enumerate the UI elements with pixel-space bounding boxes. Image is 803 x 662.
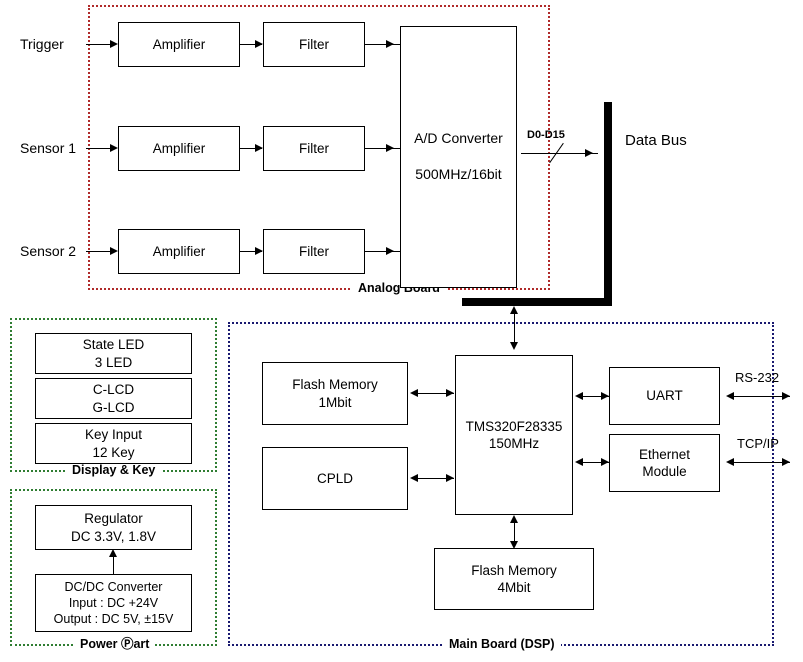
arrowhead-rs232-left [726, 391, 734, 400]
arrowhead-dsp-uart-left [575, 391, 583, 400]
cpld-label: CPLD [316, 470, 353, 486]
amplifier-box-3: Amplifier [118, 229, 240, 274]
cpld-box: CPLD [262, 447, 408, 510]
arrowhead-filter-1-to-adc [386, 39, 394, 48]
arrowhead-dsp-flash-4mbit-up [509, 515, 518, 523]
regulator-line1: Regulator [84, 511, 143, 527]
arrowhead-sensor-1-to-amplifier [110, 143, 118, 152]
arrowhead-dcdc-to-regulator [108, 549, 117, 557]
state-led-line2: 3 LED [94, 354, 133, 370]
flash-1mbit-line1: Flash Memory [292, 377, 378, 393]
connector-sensor-2-to-amplifier [86, 251, 112, 252]
flash-4mbit-line2: 4Mbit [497, 580, 531, 595]
arrowhead-flash-1mbit-right [446, 388, 454, 397]
amplifier-label-2: Amplifier [152, 140, 206, 156]
arrowhead-rs232-right [782, 391, 790, 400]
lcd-box: C-LCD G-LCD [35, 378, 192, 419]
uart-label: UART [646, 388, 683, 404]
data-bus-rail-vertical [604, 102, 612, 306]
connector-uart-to-rs232 [728, 396, 790, 397]
dcdc-line1: DC/DC Converter [64, 580, 163, 594]
dcdc-line3: Output : DC 5V, ±15V [53, 612, 174, 626]
bus-signal-label: D0-D15 [527, 129, 565, 141]
filter-box-1: Filter [263, 22, 365, 67]
data-bus-label: Data Bus [625, 132, 687, 149]
block-diagram-canvas: Analog Board Trigger Sensor 1 Sensor 2 A… [0, 0, 803, 662]
connector-ethernet-to-tcpip [728, 462, 790, 463]
input-label-sensor-2: Sensor 2 [20, 243, 77, 259]
arrowhead-dsp-ethernet-left [575, 457, 583, 466]
arrowhead-trigger-to-amplifier [110, 39, 118, 48]
filter-box-3: Filter [263, 229, 365, 274]
filter-label-1: Filter [299, 36, 329, 52]
arrowhead-dsp-uart-right [601, 391, 609, 400]
arrowhead-amplifier-3-to-filter-3 [255, 246, 263, 255]
dsp-box: TMS320F28335 150MHz [455, 355, 573, 515]
amplifier-label-1: Amplifier [152, 36, 206, 52]
arrowhead-filter-2-to-adc [386, 143, 394, 152]
adc-label-line2: 500MHz/16bit [415, 166, 502, 182]
connector-trigger-to-amplifier [86, 44, 112, 45]
external-link-label-tcp-ip: TCP/IP [737, 436, 779, 451]
flash-4mbit-line1: Flash Memory [471, 562, 557, 578]
adc-label-line1: A/D Converter [414, 130, 503, 147]
amplifier-label-3: Amplifier [152, 243, 206, 259]
arrowhead-amplifier-1-to-filter-1 [255, 39, 263, 48]
arrowhead-cpld-right [446, 473, 454, 482]
input-label-sensor-1: Sensor 1 [20, 140, 77, 156]
regulator-line2: DC 3.3V, 1.8V [70, 528, 157, 544]
flash-memory-4mbit-box: Flash Memory 4Mbit [434, 548, 594, 610]
dsp-line1: TMS320F28335 [465, 418, 563, 434]
ethernet-line2: Module [642, 464, 687, 479]
arrowhead-filter-3-to-adc [386, 246, 394, 255]
lcd-line1: C-LCD [92, 382, 135, 398]
external-link-label-rs-232: RS-232 [735, 370, 780, 385]
arrowhead-tcpip-right [782, 457, 790, 466]
main-board-label: Main Board (DSP) [443, 637, 561, 652]
regulator-box: Regulator DC 3.3V, 1.8V [35, 505, 192, 550]
connector-sensor-1-to-amplifier [86, 148, 112, 149]
dcdc-line2: Input : DC +24V [68, 596, 159, 610]
connector-filter-3-to-adc [365, 251, 400, 252]
adc-box: A/D Converter 500MHz/16bit [400, 26, 517, 288]
connector-filter-1-to-adc [365, 44, 400, 45]
dsp-line2: 150MHz [488, 436, 540, 451]
lcd-line2: G-LCD [92, 399, 135, 415]
data-bus-rail-horizontal [462, 298, 612, 306]
key-input-line1: Key Input [84, 427, 143, 443]
state-led-box: State LED 3 LED [35, 333, 192, 374]
filter-label-3: Filter [299, 243, 329, 259]
amplifier-box-1: Amplifier [118, 22, 240, 67]
flash-1mbit-line2: 1Mbit [318, 394, 352, 410]
arrowhead-cpld-left [410, 473, 418, 482]
arrowhead-data-bus-to-dsp-up [509, 306, 518, 314]
flash-memory-1mbit-box: Flash Memory 1Mbit [262, 362, 408, 425]
state-led-line1: State LED [82, 337, 145, 353]
display-key-label: Display & Key [66, 463, 162, 478]
ethernet-module-box: Ethernet Module [609, 434, 720, 492]
key-input-box: Key Input 12 Key [35, 423, 192, 464]
arrowhead-dsp-ethernet-right [601, 457, 609, 466]
arrowhead-tcpip-left [726, 457, 734, 466]
arrowhead-flash-1mbit-left [410, 388, 418, 397]
arrowhead-amplifier-2-to-filter-2 [255, 143, 263, 152]
ethernet-line1: Ethernet [638, 446, 691, 462]
arrowhead-adc-to-data-bus [585, 148, 593, 157]
uart-box: UART [609, 367, 720, 425]
key-input-line2: 12 Key [92, 444, 135, 460]
input-label-trigger: Trigger [20, 36, 64, 52]
amplifier-box-2: Amplifier [118, 126, 240, 171]
connector-filter-2-to-adc [365, 148, 400, 149]
arrowhead-sensor-2-to-amplifier [110, 246, 118, 255]
power-part-label: Power Ⓟart [74, 637, 156, 652]
filter-label-2: Filter [299, 140, 329, 156]
filter-box-2: Filter [263, 126, 365, 171]
dcdc-converter-box: DC/DC Converter Input : DC +24V Output :… [35, 574, 192, 632]
